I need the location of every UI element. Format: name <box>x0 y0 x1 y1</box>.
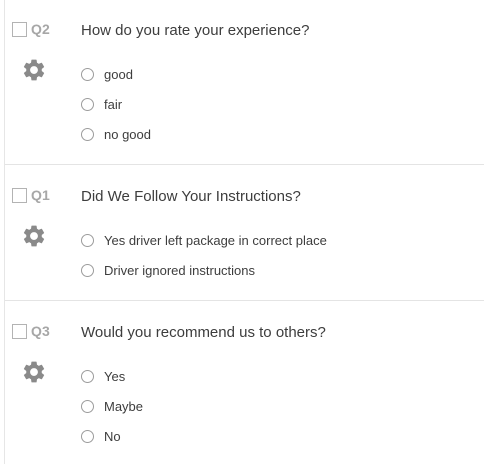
choice-label: Yes <box>104 368 126 384</box>
choice-label: Driver ignored instructions <box>104 262 256 278</box>
choice-list: good fair no good <box>81 59 151 149</box>
gear-icon[interactable] <box>21 359 47 385</box>
radio-icon[interactable] <box>81 233 94 247</box>
radio-icon[interactable] <box>81 369 94 383</box>
question-select-checkbox[interactable] <box>12 324 27 339</box>
question-number: Q2 <box>31 21 50 37</box>
choice-label: no good <box>104 126 151 142</box>
radio-icon[interactable] <box>81 429 94 443</box>
question-block-q3: Q3 Would you recommend us to others? Yes… <box>5 302 484 464</box>
choice-list: Yes Maybe No <box>81 361 143 451</box>
choice-label: good <box>104 66 133 82</box>
choice-option[interactable]: no good <box>81 119 151 149</box>
radio-icon[interactable] <box>81 127 94 141</box>
choice-label: Maybe <box>104 398 144 414</box>
choice-label: fair <box>104 96 123 112</box>
gear-icon[interactable] <box>21 57 47 83</box>
choice-option[interactable]: fair <box>81 89 151 119</box>
choice-label: Yes driver left package in correct place <box>104 232 327 248</box>
question-title: Would you recommend us to others? <box>81 324 326 341</box>
radio-icon[interactable] <box>81 97 94 111</box>
choice-option[interactable]: Yes driver left package in correct place <box>81 225 327 255</box>
radio-icon[interactable] <box>81 399 94 413</box>
question-block-q2: Q2 How do you rate your experience? good… <box>5 0 484 165</box>
choice-label: No <box>104 428 121 444</box>
radio-icon[interactable] <box>81 263 94 277</box>
choice-option[interactable]: Maybe <box>81 391 143 421</box>
question-title: Did We Follow Your Instructions? <box>81 188 301 205</box>
question-number: Q1 <box>31 187 50 203</box>
question-select-checkbox[interactable] <box>12 188 27 203</box>
choice-option[interactable]: good <box>81 59 151 89</box>
gear-icon[interactable] <box>21 223 47 249</box>
question-number: Q3 <box>31 323 50 339</box>
question-select-checkbox[interactable] <box>12 22 27 37</box>
choice-option[interactable]: No <box>81 421 143 451</box>
choice-option[interactable]: Yes <box>81 361 143 391</box>
question-title: How do you rate your experience? <box>81 22 310 39</box>
question-block-q1: Q1 Did We Follow Your Instructions? Yes … <box>5 166 484 301</box>
choice-option[interactable]: Driver ignored instructions <box>81 255 327 285</box>
radio-icon[interactable] <box>81 67 94 81</box>
choice-list: Yes driver left package in correct place… <box>81 225 327 285</box>
